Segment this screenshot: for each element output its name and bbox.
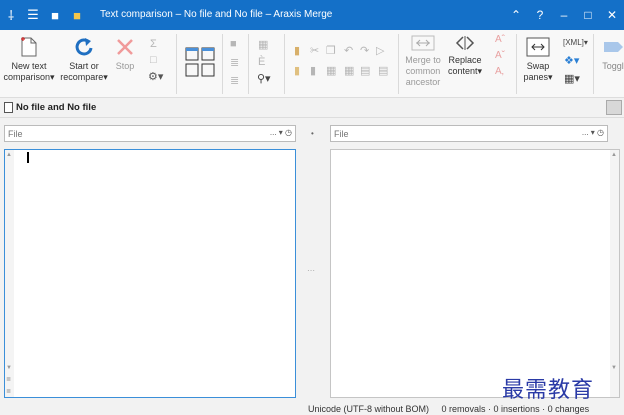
right-file-field[interactable]: ... ▾ ◷: [330, 125, 608, 142]
new-text-comparison-button[interactable]: New text comparison▾: [2, 36, 56, 83]
merge-to-common-ancestor-button[interactable]: Merge to common ancestor: [402, 34, 444, 88]
merge-both-icon[interactable]: ▦: [326, 64, 336, 77]
stop-icon: [117, 39, 133, 55]
left-file-field[interactable]: ... ▾ ◷: [4, 125, 296, 142]
new-document-icon: [21, 37, 37, 57]
next-change-icon[interactable]: ≣: [230, 56, 239, 69]
font-shrink-icon[interactable]: Aˇ: [495, 50, 505, 61]
merge-ancestor-icon: [411, 35, 435, 51]
list-icon[interactable]: ▤: [378, 64, 388, 77]
toggle-button[interactable]: Toggl: [598, 36, 624, 72]
file-separator-dot: •: [311, 129, 314, 138]
format-icon[interactable]: ▤: [360, 64, 370, 77]
swap-panes-button[interactable]: Swap panes▾: [520, 36, 556, 83]
report-icon[interactable]: □: [150, 54, 157, 66]
copy-icon[interactable]: ❐: [326, 44, 336, 57]
right-file-input[interactable]: [334, 128, 534, 140]
recompare-icon: [75, 38, 93, 56]
left-file-controls[interactable]: ... ▾ ◷: [270, 128, 292, 137]
xml-icon[interactable]: [XML]▾: [563, 38, 588, 47]
settings-icon[interactable]: ⚙▾: [148, 70, 163, 83]
font-grow-icon[interactable]: Aˆ: [495, 34, 505, 45]
toggle-icon: [604, 42, 623, 52]
left-file-input[interactable]: [8, 128, 208, 140]
ribbon-toolbar: New text comparison▾ Start or recompare▾…: [0, 30, 624, 98]
edit-icon[interactable]: È: [258, 56, 265, 68]
left-pane-scrollbar[interactable]: ▲ ▼ ≣ ≣: [5, 150, 14, 397]
save-icon[interactable]: ■: [44, 0, 66, 30]
merge-left-icon[interactable]: ▮: [294, 64, 300, 77]
select-icon[interactable]: ▷: [376, 44, 384, 57]
watermark-text: 最需教育: [502, 378, 595, 403]
layout-grid-icon[interactable]: [184, 46, 216, 78]
merge-right-icon[interactable]: ▮: [310, 64, 316, 77]
redo-icon[interactable]: ↷: [360, 44, 369, 57]
pane-splitter[interactable]: ⋯: [307, 266, 315, 275]
title-bar: ⸸ ☰ ■ ■ Text comparison – No file and No…: [0, 0, 624, 30]
document-icon: [4, 102, 13, 113]
text-cursor: [27, 152, 29, 163]
app-logo-icon[interactable]: ⸸: [0, 0, 22, 30]
maximize-icon[interactable]: □: [576, 0, 600, 30]
cut-icon[interactable]: ✂: [310, 44, 319, 57]
folder-icon[interactable]: ■: [66, 0, 88, 30]
save-file-icon[interactable]: ▦: [258, 38, 268, 51]
status-text: Unicode (UTF-8 without BOM) 0 removals ·…: [308, 404, 590, 414]
right-text-pane[interactable]: ▲ ▼: [330, 149, 620, 398]
start-or-recompare-button[interactable]: Start or recompare▾: [58, 36, 110, 83]
sigma-icon[interactable]: Σ: [150, 38, 157, 50]
left-text-pane[interactable]: ▲ ▼ ≣ ≣: [4, 149, 296, 398]
swap-icon: [526, 37, 550, 57]
right-pane-scrollbar[interactable]: ▲ ▼: [610, 150, 619, 397]
last-change-icon[interactable]: ≣: [230, 74, 239, 87]
document-title: No file and No file: [16, 102, 97, 113]
first-change-icon[interactable]: ■: [230, 38, 237, 50]
paste-icon[interactable]: ▮: [294, 44, 300, 57]
stop-button[interactable]: Stop: [112, 36, 138, 72]
undo-icon[interactable]: ↶: [344, 44, 353, 57]
status-bar: Unicode (UTF-8 without BOM) 0 removals ·…: [0, 403, 624, 415]
ribbon-collapse-icon[interactable]: ⌃: [504, 0, 528, 30]
sync-icon[interactable]: ❖▾: [564, 54, 579, 67]
replace-content-button[interactable]: Replace content▾: [444, 34, 486, 77]
menu-icon[interactable]: ☰: [22, 0, 44, 30]
document-header: No file and No file: [0, 98, 624, 118]
right-file-controls[interactable]: ... ▾ ◷: [582, 128, 604, 137]
export-icon[interactable]: ▦▾: [564, 72, 580, 85]
replace-icon: [455, 36, 475, 50]
font-reset-icon[interactable]: A‚: [495, 66, 504, 77]
help-icon[interactable]: ?: [528, 0, 552, 30]
edit-block-icon[interactable]: ▦: [344, 64, 354, 77]
window-title: Text comparison – No file and No file – …: [100, 9, 333, 20]
find-icon[interactable]: ⚲▾: [257, 72, 271, 85]
pane-layout-button[interactable]: [606, 100, 622, 115]
minimize-icon[interactable]: –: [552, 0, 576, 30]
close-icon[interactable]: ✕: [600, 0, 624, 30]
